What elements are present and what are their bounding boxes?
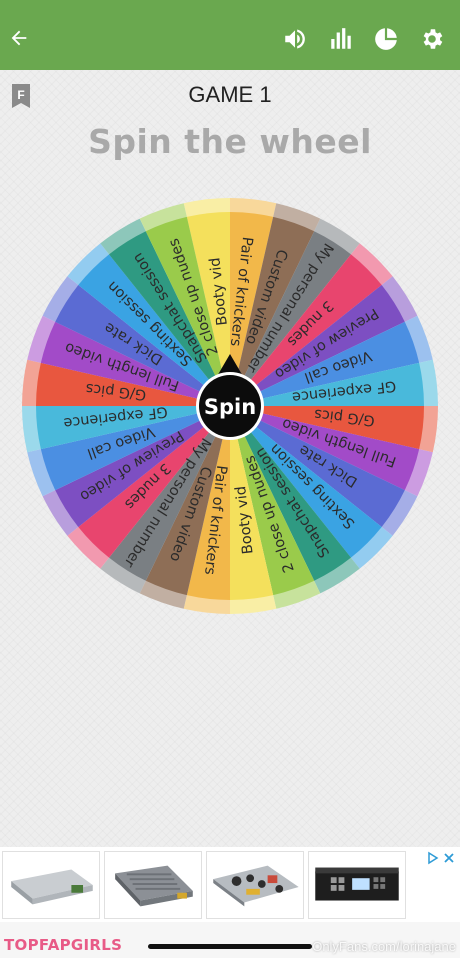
game-title: GAME 1 — [188, 82, 272, 107]
spin-button-label: Spin — [204, 395, 256, 419]
pie-chart-icon[interactable] — [373, 26, 399, 52]
top-app-bar — [0, 0, 460, 70]
bar-chart-icon[interactable] — [328, 26, 354, 52]
ad-item-open-frame-psu[interactable] — [206, 851, 304, 919]
gear-icon[interactable] — [419, 26, 445, 52]
watermark-right: OnlyFans.com/lorinajane — [312, 939, 456, 954]
back-arrow-icon[interactable] — [8, 27, 30, 49]
prize-wheel[interactable]: Booty vidPair of knickersCustom videoMy … — [20, 196, 440, 616]
ad-item-led-driver[interactable] — [104, 851, 202, 919]
ad-choices-icon[interactable] — [426, 850, 456, 865]
page-headline: Spin the wheel — [88, 122, 372, 161]
watermark-left: TOPFAPGIRLS — [4, 936, 123, 954]
ad-item-power-supply[interactable] — [2, 851, 100, 919]
ad-item-video-switcher[interactable] — [308, 851, 406, 919]
home-indicator[interactable] — [148, 944, 312, 949]
volume-icon[interactable] — [282, 26, 308, 52]
ad-banner — [0, 847, 460, 922]
